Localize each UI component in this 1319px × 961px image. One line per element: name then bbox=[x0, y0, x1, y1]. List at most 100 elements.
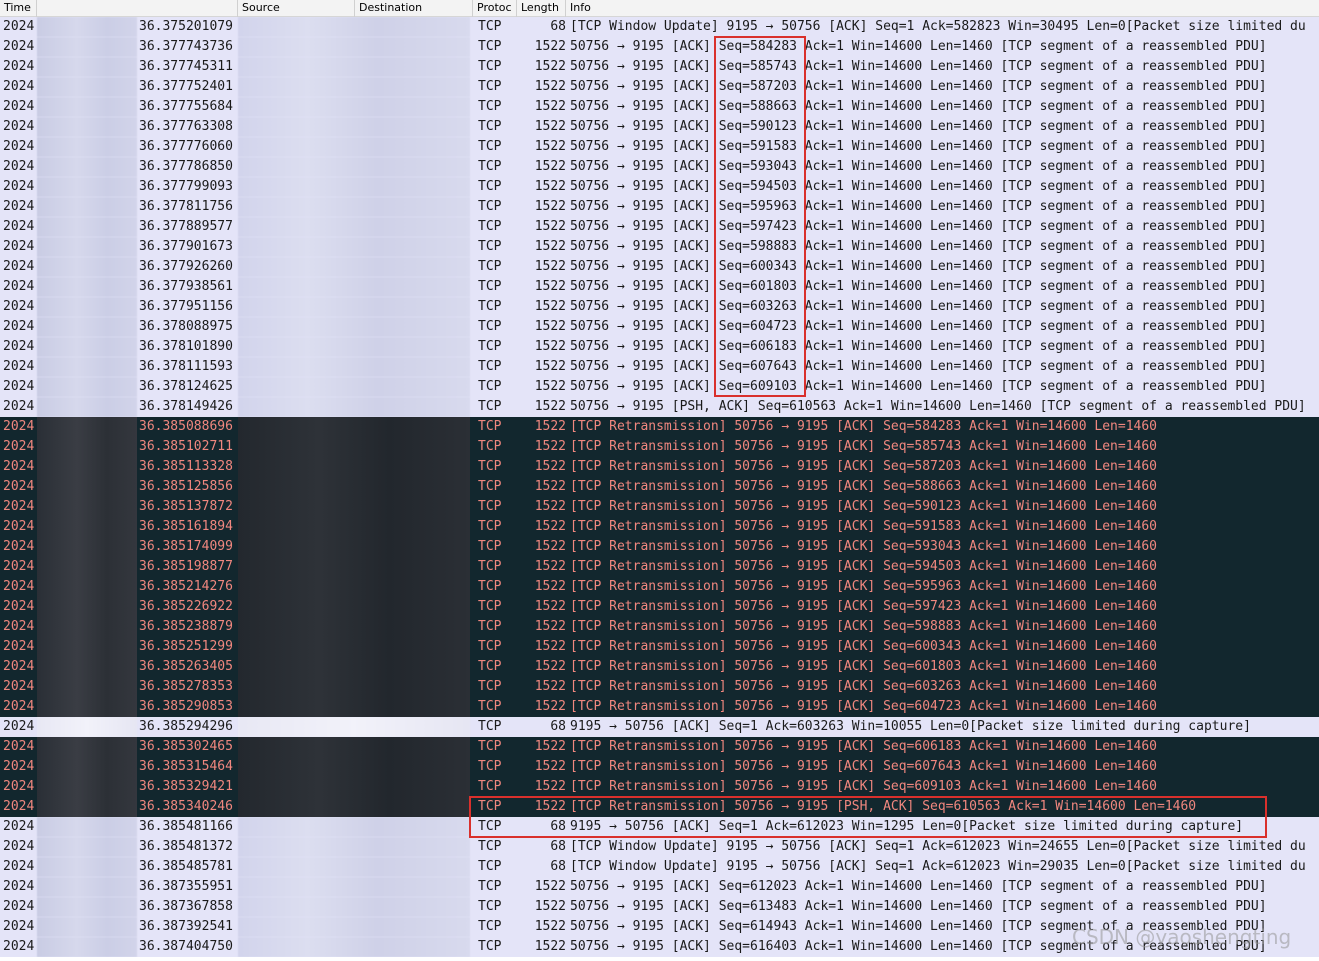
packet-row[interactable]: 2024 36.385251299 TCP 1522 [TCP Retransmissi… bbox=[0, 637, 1319, 657]
packet-row[interactable]: 2024 36.377811756 TCP 1522 50756 → 9195 [ACK… bbox=[0, 197, 1319, 217]
packet-row[interactable]: 2024 36.377901673 TCP 1522 50756 → 9195 [ACK… bbox=[0, 237, 1319, 257]
packet-row[interactable]: 2024 36.377938561 TCP 1522 50756 → 9195 [ACK… bbox=[0, 277, 1319, 297]
cell-source-redacted bbox=[37, 377, 137, 397]
packet-row[interactable]: 2024 36.385294296 TCP 68 9195 → 50756 [ACK] … bbox=[0, 717, 1319, 737]
column-header-no[interactable] bbox=[37, 0, 238, 17]
packet-row[interactable]: 2024 36.385226922 TCP 1522 [TCP Retransmissi… bbox=[0, 597, 1319, 617]
cell-info: 50756 → 9195 [ACK] Seq=585743 Ack=1 Win=… bbox=[570, 59, 1267, 74]
cell-relative-time: 36.385485781 bbox=[139, 859, 233, 874]
column-header-length[interactable]: Length bbox=[517, 0, 566, 17]
packet-row[interactable]: 2024 36.377786850 TCP 1522 50756 → 9195 [ACK… bbox=[0, 157, 1319, 177]
packet-row[interactable]: 2024 36.378101890 TCP 1522 50756 → 9195 [ACK… bbox=[0, 337, 1319, 357]
column-header-source[interactable]: Source bbox=[238, 0, 355, 17]
packet-list-header: Time Source Destination Protoc Length In… bbox=[0, 0, 1319, 17]
packet-row[interactable]: 2024 36.385113328 TCP 1522 [TCP Retransmissi… bbox=[0, 457, 1319, 477]
cell-length: 1522 bbox=[534, 919, 566, 934]
cell-protocol: TCP bbox=[478, 59, 502, 74]
packet-row[interactable]: 2024 36.385481372 TCP 68 [TCP Window Update]… bbox=[0, 837, 1319, 857]
cell-length: 1522 bbox=[534, 559, 566, 574]
packet-row[interactable]: 2024 36.377951156 TCP 1522 50756 → 9195 [ACK… bbox=[0, 297, 1319, 317]
packet-row[interactable]: 2024 36.385174099 TCP 1522 [TCP Retransmissi… bbox=[0, 537, 1319, 557]
cell-relative-time: 36.377901673 bbox=[139, 239, 233, 254]
cell-address-redacted bbox=[238, 137, 470, 157]
cell-protocol: TCP bbox=[478, 339, 502, 354]
packet-row[interactable]: 2024 36.385485781 TCP 68 [TCP Window Update]… bbox=[0, 857, 1319, 877]
packet-row[interactable]: 2024 36.385102711 TCP 1522 [TCP Retransmissi… bbox=[0, 437, 1319, 457]
cell-length: 1522 bbox=[534, 659, 566, 674]
cell-relative-time: 36.385263405 bbox=[139, 659, 233, 674]
cell-source-redacted bbox=[37, 617, 137, 637]
cell-length: 1522 bbox=[534, 259, 566, 274]
packet-row[interactable]: 2024 36.385329421 TCP 1522 [TCP Retransmissi… bbox=[0, 777, 1319, 797]
packet-row[interactable]: 2024 36.385290853 TCP 1522 [TCP Retransmissi… bbox=[0, 697, 1319, 717]
cell-info: 50756 → 9195 [ACK] Seq=612023 Ack=1 Win=… bbox=[570, 879, 1267, 894]
packet-row[interactable]: 2024 36.377763308 TCP 1522 50756 → 9195 [ACK… bbox=[0, 117, 1319, 137]
cell-info: [TCP Retransmission] 50756 → 9195 [ACK] … bbox=[570, 519, 1157, 534]
column-header-time[interactable]: Time bbox=[0, 0, 37, 17]
cell-address-redacted bbox=[238, 857, 470, 877]
packet-row[interactable]: 2024 36.377755684 TCP 1522 50756 → 9195 [ACK… bbox=[0, 97, 1319, 117]
cell-protocol: TCP bbox=[478, 879, 502, 894]
cell-info: [TCP Retransmission] 50756 → 9195 [ACK] … bbox=[570, 559, 1157, 574]
cell-protocol: TCP bbox=[478, 139, 502, 154]
column-header-destination[interactable]: Destination bbox=[355, 0, 473, 17]
packet-row[interactable]: 2024 36.385263405 TCP 1522 [TCP Retransmissi… bbox=[0, 657, 1319, 677]
packet-row[interactable]: 2024 36.387355951 TCP 1522 50756 → 9195 [ACK… bbox=[0, 877, 1319, 897]
cell-address-redacted bbox=[238, 377, 470, 397]
cell-time: 2024 bbox=[3, 779, 35, 794]
cell-length: 1522 bbox=[534, 299, 566, 314]
cell-relative-time: 36.385161894 bbox=[139, 519, 233, 534]
packet-row[interactable]: 2024 36.385088696 TCP 1522 [TCP Retransmissi… bbox=[0, 417, 1319, 437]
packet-row[interactable]: 2024 36.385198877 TCP 1522 [TCP Retransmissi… bbox=[0, 557, 1319, 577]
cell-length: 1522 bbox=[534, 619, 566, 634]
cell-time: 2024 bbox=[3, 839, 35, 854]
packet-row[interactable]: 2024 36.385315464 TCP 1522 [TCP Retransmissi… bbox=[0, 757, 1319, 777]
packet-row[interactable]: 2024 36.377743736 TCP 1522 50756 → 9195 [ACK… bbox=[0, 37, 1319, 57]
packet-row[interactable]: 2024 36.385302465 TCP 1522 [TCP Retransmissi… bbox=[0, 737, 1319, 757]
packet-row[interactable]: 2024 36.385214276 TCP 1522 [TCP Retransmissi… bbox=[0, 577, 1319, 597]
cell-source-redacted bbox=[37, 17, 137, 37]
packet-row[interactable]: 2024 36.378149426 TCP 1522 50756 → 9195 [PSH… bbox=[0, 397, 1319, 417]
watermark: CSDN @yaoshengting bbox=[1072, 925, 1292, 949]
packet-row[interactable]: 2024 36.375201079 TCP 68 [TCP Window Update]… bbox=[0, 17, 1319, 37]
cell-relative-time: 36.377938561 bbox=[139, 279, 233, 294]
cell-source-redacted bbox=[37, 517, 137, 537]
packet-row[interactable]: 2024 36.385340246 TCP 1522 [TCP Retransmissi… bbox=[0, 797, 1319, 817]
cell-address-redacted bbox=[238, 437, 470, 457]
cell-source-redacted bbox=[37, 777, 137, 797]
packet-row[interactable]: 2024 36.378111593 TCP 1522 50756 → 9195 [ACK… bbox=[0, 357, 1319, 377]
cell-relative-time: 36.377786850 bbox=[139, 159, 233, 174]
packet-row[interactable]: 2024 36.385137872 TCP 1522 [TCP Retransmissi… bbox=[0, 497, 1319, 517]
column-header-protocol[interactable]: Protoc bbox=[473, 0, 517, 17]
packet-row[interactable]: 2024 36.385125856 TCP 1522 [TCP Retransmissi… bbox=[0, 477, 1319, 497]
packet-row[interactable]: 2024 36.387367858 TCP 1522 50756 → 9195 [ACK… bbox=[0, 897, 1319, 917]
cell-source-redacted bbox=[37, 637, 137, 657]
cell-address-redacted bbox=[238, 797, 470, 817]
packet-row[interactable]: 2024 36.378088975 TCP 1522 50756 → 9195 [ACK… bbox=[0, 317, 1319, 337]
packet-row[interactable]: 2024 36.377745311 TCP 1522 50756 → 9195 [ACK… bbox=[0, 57, 1319, 77]
packet-row[interactable]: 2024 36.377776060 TCP 1522 50756 → 9195 [ACK… bbox=[0, 137, 1319, 157]
cell-info: 9195 → 50756 [ACK] Seq=1 Ack=612023 Win=… bbox=[570, 819, 1244, 834]
cell-relative-time: 36.385125856 bbox=[139, 479, 233, 494]
packet-row[interactable]: 2024 36.377926260 TCP 1522 50756 → 9195 [ACK… bbox=[0, 257, 1319, 277]
cell-info: [TCP Retransmission] 50756 → 9195 [ACK] … bbox=[570, 619, 1157, 634]
cell-info: [TCP Retransmission] 50756 → 9195 [ACK] … bbox=[570, 419, 1157, 434]
cell-source-redacted bbox=[37, 337, 137, 357]
cell-protocol: TCP bbox=[478, 119, 502, 134]
cell-address-redacted bbox=[238, 657, 470, 677]
packet-row[interactable]: 2024 36.385161894 TCP 1522 [TCP Retransmissi… bbox=[0, 517, 1319, 537]
packet-row[interactable]: 2024 36.377799093 TCP 1522 50756 → 9195 [ACK… bbox=[0, 177, 1319, 197]
cell-length: 1522 bbox=[534, 219, 566, 234]
packet-row[interactable]: 2024 36.385238879 TCP 1522 [TCP Retransmissi… bbox=[0, 617, 1319, 637]
cell-protocol: TCP bbox=[478, 679, 502, 694]
cell-length: 68 bbox=[550, 19, 566, 34]
packet-row[interactable]: 2024 36.378124625 TCP 1522 50756 → 9195 [ACK… bbox=[0, 377, 1319, 397]
cell-address-redacted bbox=[238, 257, 470, 277]
packet-row[interactable]: 2024 36.385481166 TCP 68 9195 → 50756 [ACK] … bbox=[0, 817, 1319, 837]
packet-row[interactable]: 2024 36.377752401 TCP 1522 50756 → 9195 [ACK… bbox=[0, 77, 1319, 97]
column-header-info[interactable]: Info bbox=[566, 0, 1319, 17]
packet-row[interactable]: 2024 36.377889577 TCP 1522 50756 → 9195 [ACK… bbox=[0, 217, 1319, 237]
cell-info: 50756 → 9195 [ACK] Seq=584283 Ack=1 Win=… bbox=[570, 39, 1267, 54]
cell-address-redacted bbox=[238, 317, 470, 337]
packet-row[interactable]: 2024 36.385278353 TCP 1522 [TCP Retransmissi… bbox=[0, 677, 1319, 697]
